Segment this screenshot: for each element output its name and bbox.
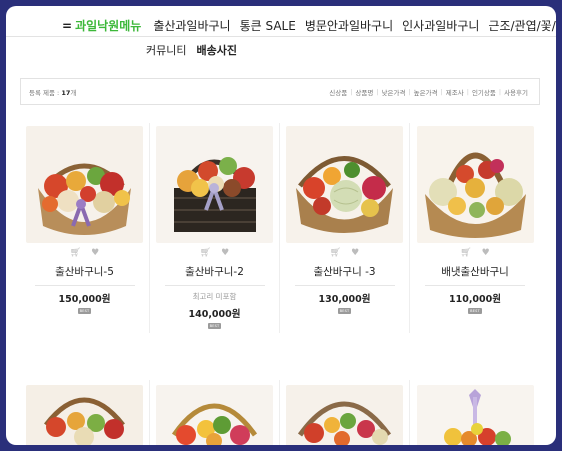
sort-maker[interactable]: 제조사 [443, 87, 467, 97]
sort-reviews[interactable]: 사용후기 [501, 87, 531, 97]
product-image[interactable] [156, 126, 273, 243]
sub-nav: 커뮤니티 배송사진 [146, 42, 237, 60]
product-image[interactable] [156, 385, 273, 445]
hamburger-icon: = [62, 18, 73, 33]
nav-item-delivery-photos[interactable]: 배송사진 [196, 42, 236, 60]
nav-item-birth-basket[interactable]: 출산과일바구니 [153, 17, 230, 34]
heart-icon[interactable]: ♥ [221, 248, 229, 258]
nav-divider [6, 36, 556, 37]
product-memo: 최고리 미포함 [192, 292, 237, 301]
product-card[interactable]: 🛒︎ ♥ 배냇출산바구니 110,000원 BEST [410, 123, 540, 333]
product-count: 등록 제품 : 17개 [29, 87, 76, 97]
best-badge: BEST [77, 308, 92, 314]
menu-main-label: 과일낙원메뉴 [75, 18, 142, 33]
nav-item-greeting-basket[interactable]: 인사과일바구니 [402, 17, 479, 34]
cart-icon[interactable]: 🛒︎ [330, 248, 341, 258]
count-unit: 개 [70, 88, 77, 97]
product-divider [164, 285, 265, 286]
heart-icon[interactable]: ♥ [351, 248, 359, 258]
cart-icon[interactable]: 🛒︎ [460, 248, 471, 258]
product-card[interactable] [280, 380, 410, 445]
best-badge: BEST [207, 323, 222, 329]
page-frame: = 과일낙원메뉴 출산과일바구니 통큰 SALE 병문안과일바구니 인사과일바구니… [6, 6, 556, 445]
product-card[interactable]: 🛒︎ ♥ 출산바구니 -3 130,000원 BEST [280, 123, 410, 333]
product-divider [425, 285, 525, 286]
sort-bar: 등록 제품 : 17개 신상품 | 상품명 | 낮은가격 | 높은가격 | 제조사 | 인… [20, 78, 540, 105]
sort-name[interactable]: 상품명 [352, 87, 376, 97]
nav-item-flowers[interactable]: 근조/관엽/꽃/난 [488, 17, 556, 34]
nav-item-sale[interactable]: 통큰 SALE [240, 17, 296, 34]
product-actions: 🛒︎ ♥ [200, 248, 230, 258]
product-grid-row-2 [20, 380, 540, 445]
cart-icon[interactable]: 🛒︎ [70, 248, 81, 258]
product-actions: 🛒︎ ♥ [70, 248, 100, 258]
product-divider [294, 285, 395, 286]
sort-popular[interactable]: 인기상품 [469, 87, 499, 97]
product-divider [34, 285, 135, 286]
count-label: 등록 제품 : [29, 88, 60, 97]
product-image[interactable] [286, 385, 403, 445]
sort-options: 신상품 | 상품명 | 낮은가격 | 높은가격 | 제조사 | 인기상품 | 사용후기 [326, 87, 531, 97]
sort-high-price[interactable]: 높은가격 [411, 87, 441, 97]
product-image[interactable] [26, 385, 143, 445]
product-actions: 🛒︎ ♥ [330, 248, 360, 258]
product-card[interactable] [20, 380, 150, 445]
product-grid: 🛒︎ ♥ 출산바구니-5 150,000원 BEST 🛒︎ ♥ 출산바구니-2 … [20, 123, 540, 333]
heart-icon[interactable]: ♥ [91, 248, 99, 258]
product-price: 140,000원 [188, 309, 241, 320]
product-name[interactable]: 출산바구니 -3 [313, 264, 375, 278]
product-image[interactable] [26, 126, 143, 243]
product-price: 110,000원 [448, 294, 501, 305]
cart-icon[interactable]: 🛒︎ [200, 248, 211, 258]
nav-item-community[interactable]: 커뮤니티 [146, 42, 186, 60]
sort-new[interactable]: 신상품 [326, 87, 350, 97]
product-image[interactable] [416, 126, 534, 243]
menu-toggle-button[interactable]: = 과일낙원메뉴 [62, 17, 141, 34]
sort-low-price[interactable]: 낮은가격 [379, 87, 409, 97]
product-name[interactable]: 배냇출산바구니 [441, 264, 509, 278]
product-price: 130,000원 [318, 294, 371, 305]
nav-item-hospital-basket[interactable]: 병문안과일바구니 [305, 17, 393, 34]
product-name[interactable]: 출산바구니-2 [185, 264, 244, 278]
product-card[interactable] [150, 380, 280, 445]
product-image[interactable] [286, 126, 403, 243]
product-card[interactable] [410, 380, 540, 445]
main-nav: = 과일낙원메뉴 출산과일바구니 통큰 SALE 병문안과일바구니 인사과일바구니… [62, 15, 556, 35]
product-image[interactable] [416, 385, 534, 445]
product-actions: 🛒︎ ♥ [460, 248, 490, 258]
best-badge: BEST [468, 308, 482, 314]
product-card[interactable]: 🛒︎ ♥ 출산바구니-5 150,000원 BEST [20, 123, 150, 333]
product-price: 150,000원 [58, 294, 111, 305]
product-name[interactable]: 출산바구니-5 [55, 264, 114, 278]
heart-icon[interactable]: ♥ [482, 248, 490, 258]
best-badge: BEST [337, 308, 352, 314]
product-card[interactable]: 🛒︎ ♥ 출산바구니-2 최고리 미포함 140,000원 BEST [150, 123, 280, 333]
